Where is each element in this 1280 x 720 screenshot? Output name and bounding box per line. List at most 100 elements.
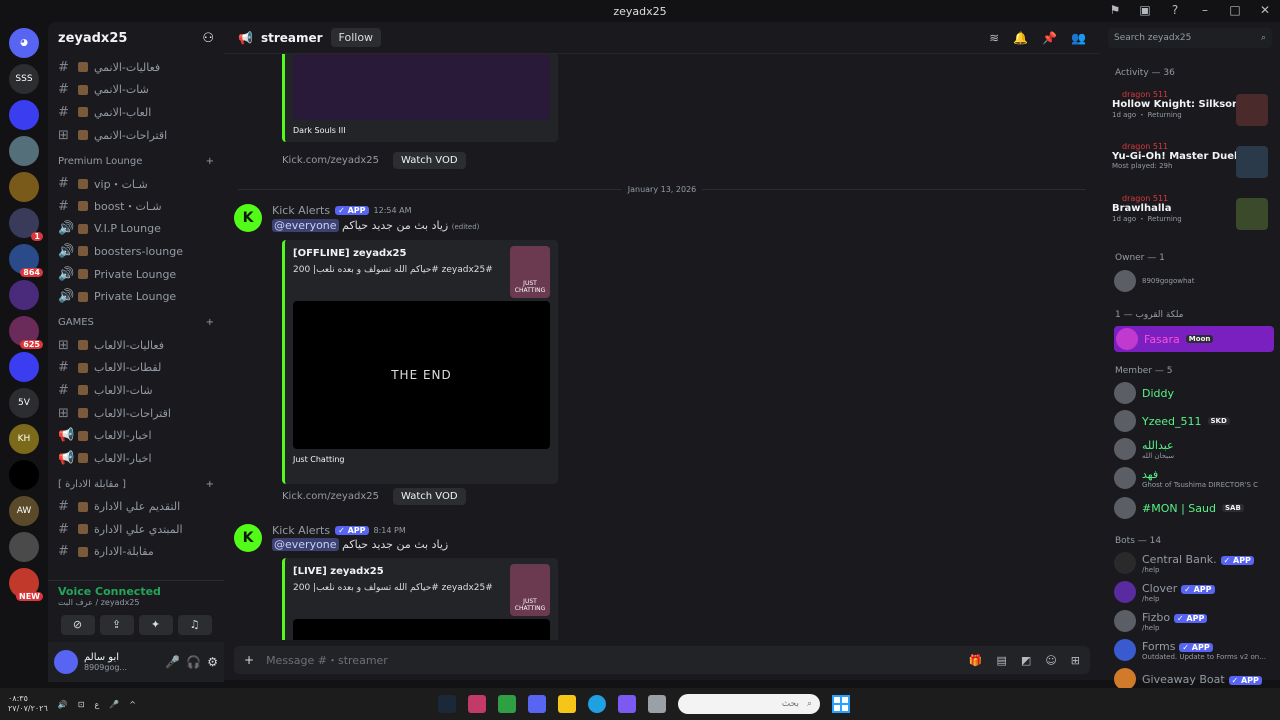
server-icon[interactable]: KH [9,424,39,454]
channel-item[interactable]: ⊞ اقتراحات-الانمي [48,124,224,147]
task-view-icon[interactable] [648,695,666,713]
steam-icon[interactable] [438,695,456,713]
file-explorer-icon[interactable] [558,695,576,713]
emoji-icon[interactable]: ☺ [1045,654,1056,667]
server-icon[interactable]: 864 [9,244,43,277]
embed-image[interactable]: THE END [293,301,550,449]
microphone-icon[interactable]: 🎤 [109,700,119,709]
maximize-icon[interactable]: □ [1228,3,1242,17]
member-item[interactable]: Giveaway Boat ✓ APP [1114,668,1262,690]
inbox-icon[interactable]: ⚑ [1108,3,1122,17]
kick-link-button[interactable]: Kick.com/zeyadx25 [282,491,379,502]
server-icon[interactable] [9,532,39,562]
voice-channel-item[interactable]: 🔊 Private Lounge [48,263,224,286]
avatar[interactable] [54,650,78,674]
channel-item[interactable]: # boost・شـات [48,195,224,218]
channel-item[interactable]: 📢 اخبار-الالعاب [48,447,224,470]
server-icon[interactable]: 5V [9,388,39,418]
mention[interactable]: @everyone [272,219,339,232]
author-name[interactable]: Kick Alerts [272,204,330,217]
category-premium[interactable]: Premium Lounge + [48,150,224,172]
bell-icon[interactable]: 🔔 [1013,31,1028,45]
channel-item[interactable]: # شات-الالعاب [48,379,224,402]
copilot-icon[interactable] [618,695,636,713]
channel-item[interactable]: ⊞ فعاليات-الالعاب [48,334,224,357]
apps-icon[interactable]: ⊞ [1071,654,1080,667]
pin-icon[interactable]: 📌 [1042,31,1057,45]
message-input[interactable] [266,653,957,667]
server-icon[interactable] [9,172,39,202]
start-icon[interactable] [832,695,850,713]
activity-card[interactable]: dragon 511 Brawlhalla 1d ago ・ Returning [1112,194,1272,240]
server-icon[interactable]: 1 [9,208,43,241]
server-icon[interactable]: NEW [9,568,43,601]
server-icon[interactable]: SSS [9,64,39,94]
screen-share-icon[interactable]: ⇪ [99,615,134,635]
close-icon[interactable]: ✕ [1258,3,1272,17]
embed-image[interactable] [293,54,550,120]
mention[interactable]: @everyone [272,538,339,551]
monitor-icon[interactable]: ▣ [1138,3,1152,17]
category-games[interactable]: GAMES + [48,312,224,334]
channel-item[interactable]: # فعاليات-الانمي [48,56,224,79]
channel-item[interactable]: # مقابلة-الادارة [48,541,224,564]
channel-item[interactable]: # شات-الانمي [48,79,224,102]
channel-item[interactable]: ⊞ اقتراحات-الالعاب [48,402,224,425]
watch-vod-button[interactable]: Watch VOD [392,152,466,169]
discord-home-icon[interactable]: ◕ [9,28,39,58]
server-icon[interactable] [9,460,39,490]
embed-thumbnail[interactable]: JUST CHATTING [510,564,550,616]
network-icon[interactable]: ⊡ [78,700,85,709]
microphone-icon[interactable]: 🎤 [165,655,180,669]
edge-icon[interactable] [588,695,606,713]
member-list-icon[interactable]: 👥 [1071,31,1086,45]
activity-header[interactable]: Activity — 36 [1115,68,1175,78]
add-channel-icon[interactable]: + [206,317,214,328]
chevron-up-icon[interactable]: ^ [129,700,136,709]
activity-card[interactable]: dragon 511 Yu-Gi-Oh! Master Duel Most pl… [1112,142,1272,188]
member-item[interactable]: Forms ✓ APP Outdated. Update to Forms v2 … [1114,639,1266,661]
gif-icon[interactable]: ▤ [997,654,1007,667]
gift-icon[interactable]: 🎁 [969,654,983,667]
channel-item[interactable]: # التقديم علي الادارة [48,496,224,519]
activities-icon[interactable]: ✦ [138,615,173,635]
server-header[interactable]: zeyadx25 ⚇ [48,22,224,54]
server-icon[interactable]: 625 [9,316,43,349]
volume-icon[interactable]: 🔊 [58,700,68,709]
app-icon[interactable] [468,695,486,713]
add-attachment-icon[interactable]: + [244,653,254,667]
activity-card[interactable]: dragon 511 Hollow Knight: Silksong 1d ag… [1112,90,1272,136]
server-icon[interactable] [9,280,39,310]
embed-thumbnail[interactable]: JUST CHATTING [510,246,550,298]
threads-icon[interactable]: ≋ [989,31,999,45]
member-item[interactable]: Diddy [1114,382,1174,404]
category-admin[interactable]: [ مقابلة الادارة ] + [48,474,224,496]
server-icon[interactable]: AW [9,496,39,526]
channel-item[interactable]: # المبتدي علي الادارة [48,518,224,541]
gear-icon[interactable]: ⚙ [207,655,218,669]
member-item[interactable]: عبدالله سبحان الله [1114,438,1174,460]
discord-icon[interactable] [528,695,546,713]
channel-item[interactable]: # vip・شـات [48,172,224,195]
avatar[interactable]: K [234,524,262,552]
taskbar-search[interactable]: بحث ⌕ [678,694,820,714]
headphones-icon[interactable]: 🎧 [186,655,201,669]
member-item[interactable]: Fasara Moon [1114,326,1274,352]
voice-channel-name[interactable]: عرف البت / zeyadx25 [58,598,214,607]
language-indicator[interactable]: ع [94,700,99,709]
channel-item[interactable]: # لقطات-الالعاب [48,357,224,380]
channel-item[interactable]: 📢 اخبار-الالعاب [48,424,224,447]
author-name[interactable]: Kick Alerts [272,524,330,537]
server-icon[interactable] [9,136,39,166]
sticker-icon[interactable]: ◩ [1021,654,1031,667]
server-icon[interactable] [9,352,39,382]
member-item[interactable]: 8909gogowhat [1114,270,1194,292]
minimize-icon[interactable]: – [1198,3,1212,17]
watch-vod-button[interactable]: Watch VOD [392,488,466,505]
voice-channel-item[interactable]: 🔊 boosters-lounge [48,240,224,263]
member-item[interactable]: Fizbo ✓ APP/help [1114,610,1208,632]
voice-channel-item[interactable]: 🔊 V.I.P Lounge [48,218,224,241]
kick-link-button[interactable]: Kick.com/zeyadx25 [282,155,379,166]
clock[interactable]: ٠٨:٣٥ ٢٧/٠٧/٢٠٢٦ [8,694,48,714]
add-channel-icon[interactable]: + [206,479,214,490]
